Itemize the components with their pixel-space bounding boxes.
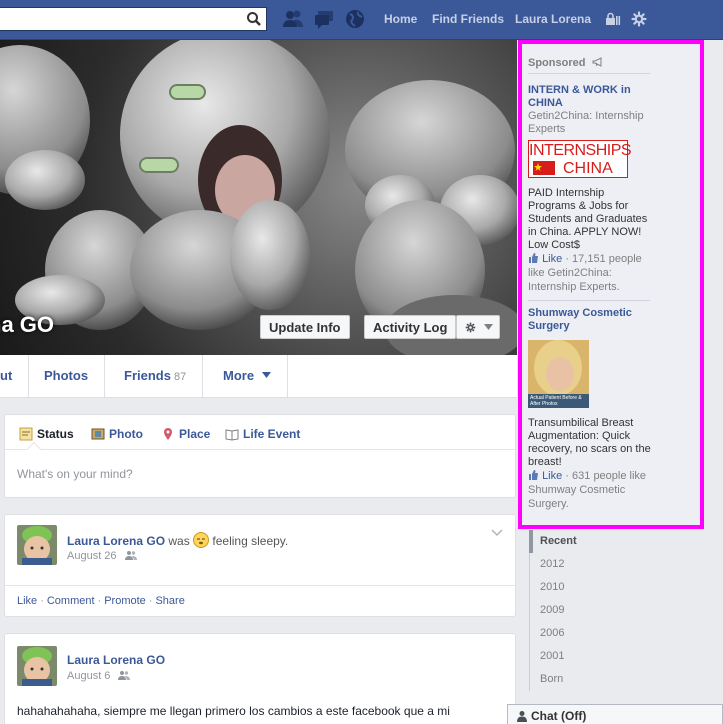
notifications-globe-icon[interactable] <box>344 8 366 30</box>
composer-divider <box>5 449 515 450</box>
cover-photo[interactable] <box>0 40 517 355</box>
messages-icon[interactable] <box>313 8 335 30</box>
post-date[interactable]: August 26 <box>67 550 137 562</box>
ad-source[interactable]: Getin2China: Internship Experts <box>528 110 652 136</box>
share-link[interactable]: Share <box>155 595 184 607</box>
timeline-nav-2012[interactable]: 2012 <box>529 553 629 576</box>
friends-audience-icon[interactable] <box>118 670 131 680</box>
account-settings-gear-icon[interactable] <box>631 11 647 27</box>
ad-body: PAID Internship Programs & Jobs for Stud… <box>528 187 648 251</box>
timeline-nav-2006[interactable]: 2006 <box>529 622 629 645</box>
ad-image-caption: Actual Patient Before & After Photos <box>530 395 582 407</box>
profile-tabs: ut Photos Friends 87 More <box>0 355 517 398</box>
chevron-down-icon <box>484 324 493 330</box>
tab-photos[interactable]: Photos <box>28 355 106 398</box>
ad-image-shumway[interactable]: Actual Patient Before & After Photos <box>528 340 589 408</box>
post-date[interactable]: August 6 <box>67 670 131 682</box>
timeline-post: Laura Lorena GO was feeling sleepy. Augu… <box>4 514 516 617</box>
search-icon[interactable] <box>246 11 262 27</box>
update-info-button[interactable]: Update Info <box>260 315 350 339</box>
post-text: hahahahahaha, siempre me llegan primero … <box>17 704 450 718</box>
chat-bar[interactable]: Chat (Off) <box>507 704 723 724</box>
nav-profile-link[interactable]: Laura Lorena <box>515 12 591 26</box>
activity-log-button[interactable]: Activity Log <box>364 315 457 339</box>
post-status-was: was <box>168 534 190 548</box>
like-link[interactable]: Like <box>17 595 37 607</box>
friend-requests-icon[interactable] <box>282 8 304 30</box>
post-feeling: feeling sleepy. <box>212 534 289 548</box>
nav-find-friends-link[interactable]: Find Friends <box>432 12 504 26</box>
profile-name[interactable]: na GO <box>0 312 54 338</box>
timeline-nav-2010[interactable]: 2010 <box>529 576 629 599</box>
comment-link[interactable]: Comment <box>47 595 95 607</box>
chat-person-icon <box>517 711 527 722</box>
post-header: Laura Lorena GO was feeling sleepy. <box>67 532 288 548</box>
ad-image-headline: INTERNSHIPS <box>529 142 632 159</box>
ad-like-line: Like · 631 people like Shumway Cosmetic … <box>528 469 647 510</box>
baby-avatar-image <box>17 525 57 565</box>
profile-settings-button[interactable] <box>456 315 500 339</box>
timeline-nav-born[interactable]: Born <box>529 668 629 691</box>
sponsored-header: Sponsored <box>528 57 650 74</box>
cover-illustration <box>0 40 517 355</box>
chevron-down-icon <box>261 372 271 378</box>
status-pencil-icon <box>19 427 33 441</box>
status-input[interactable]: What's on your mind? <box>17 467 133 481</box>
tab-about[interactable]: ut <box>0 355 30 398</box>
search-field[interactable] <box>0 7 267 31</box>
ad-title-link[interactable]: Shumway Cosmetic Surgery <box>528 307 652 333</box>
timeline-post: Laura Lorena GO August 6 hahahahahaha, s… <box>4 633 516 724</box>
friends-count: 87 <box>173 371 187 383</box>
privacy-lock-icon[interactable] <box>605 11 621 27</box>
map-pin-icon <box>164 428 172 440</box>
composer-tab-status[interactable]: Status <box>19 427 74 441</box>
ad-body: Transumbilical Breast Augmentation: Quic… <box>528 417 651 468</box>
sponsored-ads-panel: Sponsored INTERN & WORK in CHINA Getin2C… <box>518 40 704 529</box>
photo-icon <box>91 428 105 440</box>
avatar[interactable] <box>17 646 57 686</box>
thumbs-up-icon[interactable] <box>528 469 539 480</box>
status-composer: Status Photo Place Life Event What's on … <box>4 414 516 498</box>
ad-separator <box>528 300 650 301</box>
post-actions: Like · Comment · Promote · Share <box>17 595 185 607</box>
promote-link[interactable]: Promote <box>104 595 146 607</box>
timeline-nav-2001[interactable]: 2001 <box>529 645 629 668</box>
top-bar: Home Find Friends Laura Lorena <box>0 0 723 40</box>
gear-icon <box>465 322 476 333</box>
tab-friends[interactable]: Friends 87 <box>108 355 204 398</box>
friends-audience-icon[interactable] <box>124 550 137 560</box>
life-event-book-icon <box>225 429 239 441</box>
composer-tab-photo[interactable]: Photo <box>91 427 143 441</box>
ad-title-link[interactable]: INTERN & WORK in CHINA <box>528 84 652 110</box>
ad-image-internships-china[interactable]: INTERNSHIPS CHINA <box>528 140 632 178</box>
sleepy-emoticon-icon <box>193 532 210 548</box>
megaphone-icon <box>592 57 602 67</box>
search-input[interactable] <box>0 10 235 28</box>
ad-like-link[interactable]: Like <box>542 470 562 482</box>
composer-tab-place[interactable]: Place <box>161 427 210 441</box>
post-options-chevron-icon[interactable] <box>491 529 503 537</box>
timeline-nav-recent[interactable]: Recent <box>529 530 629 553</box>
baby-avatar-image <box>17 646 57 686</box>
china-flag-icon <box>533 161 555 175</box>
composer-tab-life-event[interactable]: Life Event <box>225 427 300 441</box>
ad-image-subline: CHINA <box>563 160 613 177</box>
ad-like-line: Like · 17,151 people like Getin2China: I… <box>528 252 642 293</box>
nav-home-link[interactable]: Home <box>384 12 417 26</box>
timeline-nav-2009[interactable]: 2009 <box>529 599 629 622</box>
tab-more[interactable]: More <box>207 355 288 398</box>
ad-like-link[interactable]: Like <box>542 253 562 265</box>
post-divider <box>5 585 515 586</box>
post-author-link[interactable]: Laura Lorena GO <box>67 534 165 548</box>
post-author-link[interactable]: Laura Lorena GO <box>67 653 165 667</box>
avatar[interactable] <box>17 525 57 565</box>
thumbs-up-icon[interactable] <box>528 252 539 263</box>
composer-active-pointer <box>26 441 42 457</box>
